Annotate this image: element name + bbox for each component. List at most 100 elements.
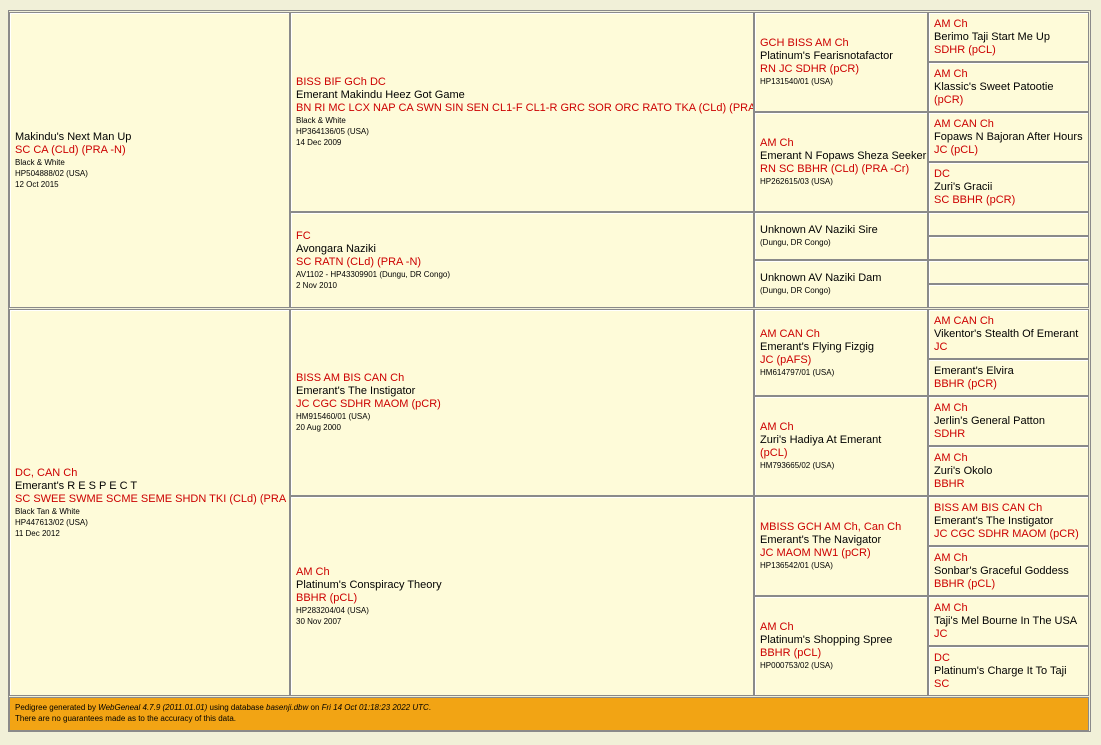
dog-suffix-titles: RN JC SDHR (pCR) xyxy=(760,63,859,75)
dog-prefix-titles: AM Ch xyxy=(760,137,794,149)
grandparent-cell: MBISS GCH AM Ch, Can Ch Emerant's The Na… xyxy=(754,496,928,596)
great-grandparent-cell-empty xyxy=(928,284,1089,308)
dog-suffix-titles: SC SWEE SWME SCME SEME SHDN TKI (CLd) (P… xyxy=(15,492,290,505)
subject-dog-cell: Makindu's Next Man Up SC CA (CLd) (PRA -… xyxy=(9,12,290,308)
dog-prefix-titles: AM Ch xyxy=(760,421,794,433)
dog-prefix-titles: GCH BISS AM Ch xyxy=(760,37,849,49)
dog-name[interactable]: Platinum's Fearisnotafactor xyxy=(760,50,922,63)
dog-name[interactable]: Zuri's Okolo xyxy=(934,465,1083,478)
dog-registration: AV1102 - HP43309901 (Dungu, DR Congo) xyxy=(296,269,451,279)
dog-suffix-titles: JC xyxy=(934,340,948,353)
footer-text: . xyxy=(428,703,432,712)
dog-birthdate: 14 Dec 2009 xyxy=(296,138,342,147)
dog-birthdate: 12 Oct 2015 xyxy=(15,179,59,189)
dog-prefix-titles: AM Ch xyxy=(296,565,330,578)
footer-text: Pedigree generated by xyxy=(15,703,99,712)
dog-prefix-titles: AM Ch xyxy=(934,17,968,30)
dog-prefix-titles: AM CAN Ch xyxy=(934,314,994,327)
dog-suffix-titles: BBHR (pCL) xyxy=(934,577,996,590)
generator-note: Pedigree generated by WebGeneal 4.7.9 (2… xyxy=(15,702,1083,713)
dog-registration: HP447613/02 (USA) xyxy=(15,517,88,527)
dog-name[interactable]: Fopaws N Bajoran After Hours xyxy=(934,131,1083,144)
dog-birthdate: 11 Dec 2012 xyxy=(15,528,60,538)
dog-prefix-titles: AM Ch xyxy=(934,401,968,414)
dog-name[interactable]: Taji's Mel Bourne In The USA xyxy=(934,615,1083,628)
dog-name[interactable]: Jerlin's General Patton xyxy=(934,415,1083,428)
dog-suffix-titles: BBHR (pCL) xyxy=(296,591,358,604)
app-link[interactable]: WebGeneal 4.7.9 (2011.01.01) xyxy=(98,703,207,712)
dog-registration: HP504888/02 (USA) xyxy=(15,168,88,178)
dog-registration: (Dungu, DR Congo) xyxy=(760,238,831,247)
grandparent-cell: AM Ch Zuri's Hadiya At Emerant (pCL) HM7… xyxy=(754,396,928,496)
dog-color: Black & White xyxy=(296,116,346,125)
dog-name[interactable]: Berimo Taji Start Me Up xyxy=(934,31,1083,44)
dog-name[interactable]: Emerant N Fopaws Sheza Seeker xyxy=(760,150,926,163)
great-grandparent-cell: AM Ch Zuri's Okolo BBHR xyxy=(928,446,1089,496)
subject-dog-cell: DC, CAN Ch Emerant's R E S P E C T SC SW… xyxy=(9,309,290,696)
great-grandparent-cell: AM Ch Jerlin's General Patton SDHR xyxy=(928,396,1089,446)
grandparent-cell: AM CAN Ch Emerant's Flying Fizgig JC (pA… xyxy=(754,309,928,396)
grandparent-cell: GCH BISS AM Ch Platinum's Fearisnotafact… xyxy=(754,12,928,112)
disclaimer: There are no guarantees made as to the a… xyxy=(15,714,237,723)
dog-prefix-titles: AM Ch xyxy=(934,601,968,614)
dog-registration: HP262615/03 (USA) xyxy=(760,177,833,186)
dog-suffix-titles: JC xyxy=(934,627,948,640)
dog-suffix-titles: SDHR (pCL) xyxy=(934,43,996,56)
great-grandparent-cell: AM Ch Klassic's Sweet Patootie (pCR) xyxy=(928,62,1089,112)
dog-name[interactable]: Emerant's The Instigator xyxy=(934,515,1083,528)
dog-name[interactable]: Makindu's Next Man Up xyxy=(15,131,284,144)
dog-suffix-titles: JC CGC SDHR MAOM (pCR) xyxy=(934,527,1079,540)
dog-suffix-titles: BN RI MC LCX NAP CA SWN SIN SEN CL1-F CL… xyxy=(296,102,754,114)
dog-name[interactable]: Platinum's Conspiracy Theory xyxy=(296,579,748,592)
dog-suffix-titles: SC BBHR (pCR) xyxy=(934,193,1016,206)
dog-color: Black & White xyxy=(15,157,65,167)
great-grandparent-cell: AM Ch Sonbar's Graceful Goddess BBHR (pC… xyxy=(928,546,1089,596)
dog-prefix-titles: MBISS GCH AM Ch, Can Ch xyxy=(760,521,902,533)
dog-registration: HP136542/01 (USA) xyxy=(760,561,833,570)
great-grandparent-cell-empty xyxy=(928,236,1089,260)
dog-registration: HP283204/04 (USA) xyxy=(296,605,369,615)
dog-name[interactable]: Emerant's The Instigator xyxy=(296,385,748,398)
dog-name[interactable]: Platinum's Shopping Spree xyxy=(760,634,922,647)
pedigree-footer: Pedigree generated by WebGeneal 4.7.9 (2… xyxy=(9,697,1089,731)
grandparent-cell: Unknown AV Naziki Sire (Dungu, DR Congo) xyxy=(754,212,928,260)
dog-name[interactable]: Klassic's Sweet Patootie xyxy=(934,81,1083,94)
dog-suffix-titles: BBHR xyxy=(934,477,965,490)
dog-suffix-titles: JC MAOM NW1 (pCR) xyxy=(760,547,871,559)
dog-name[interactable]: Zuri's Gracii xyxy=(934,181,1083,194)
dog-prefix-titles: BISS AM BIS CAN Ch xyxy=(296,372,405,384)
dog-name[interactable]: Vikentor's Stealth Of Emerant xyxy=(934,328,1083,341)
great-grandparent-cell-empty xyxy=(928,212,1089,236)
dog-registration: HM915460/01 (USA) xyxy=(296,412,371,421)
dog-name[interactable]: Emerant's Elvira xyxy=(934,365,1083,378)
dog-name[interactable]: Unknown AV Naziki Dam xyxy=(760,272,922,285)
dog-name[interactable]: Emerant's R E S P E C T xyxy=(15,480,284,493)
dog-name[interactable]: Unknown AV Naziki Sire xyxy=(760,224,922,237)
great-grandparent-cell-empty xyxy=(928,260,1089,284)
sire-cell: BISS AM BIS CAN Ch Emerant's The Instiga… xyxy=(290,309,754,496)
dog-prefix-titles: DC xyxy=(934,651,950,664)
dog-suffix-titles: BBHR (pCL) xyxy=(760,647,822,659)
dog-name[interactable]: Avongara Naziki xyxy=(296,243,748,256)
dog-suffix-titles: SDHR xyxy=(934,427,966,440)
dog-name[interactable]: Emerant's The Navigator xyxy=(760,534,922,547)
dog-birthdate: 20 Aug 2000 xyxy=(296,423,341,432)
dog-name[interactable]: Zuri's Hadiya At Emerant xyxy=(760,434,922,447)
great-grandparent-cell: Emerant's Elvira BBHR (pCR) xyxy=(928,359,1089,396)
great-grandparent-cell: AM CAN Ch Fopaws N Bajoran After Hours J… xyxy=(928,112,1089,162)
dog-name[interactable]: Sonbar's Graceful Goddess xyxy=(934,565,1083,578)
dog-name[interactable]: Emerant's Flying Fizgig xyxy=(760,341,922,354)
dog-name[interactable]: Emerant Makindu Heez Got Game xyxy=(296,89,748,102)
dog-birthdate: 30 Nov 2007 xyxy=(296,616,342,626)
dog-suffix-titles: RN SC BBHR (CLd) (PRA -Cr) xyxy=(760,163,910,175)
dog-prefix-titles: AM Ch xyxy=(760,621,794,633)
dog-suffix-titles: SC xyxy=(934,677,950,690)
dog-prefix-titles: BISS BIF GCh DC xyxy=(296,76,386,88)
dog-registration: HP000753/02 (USA) xyxy=(760,661,833,670)
dog-prefix-titles: AM Ch xyxy=(934,551,968,564)
dog-prefix-titles: DC, CAN Ch xyxy=(15,466,78,479)
grandparent-cell: AM Ch Platinum's Shopping Spree BBHR (pC… xyxy=(754,596,928,696)
great-grandparent-cell: AM Ch Taji's Mel Bourne In The USA JC xyxy=(928,596,1089,646)
dog-name[interactable]: Platinum's Charge It To Taji xyxy=(934,665,1083,678)
dog-registration: HM614797/01 (USA) xyxy=(760,367,835,377)
